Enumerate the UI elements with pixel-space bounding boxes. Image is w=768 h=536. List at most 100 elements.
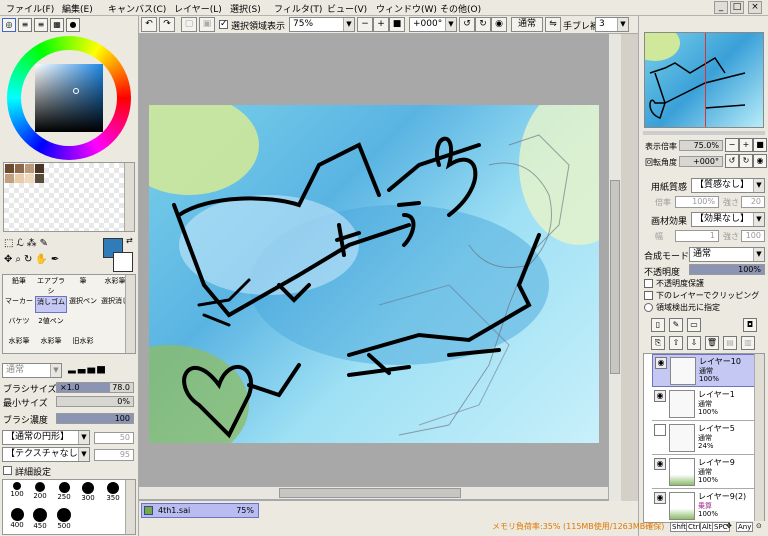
hand-icon[interactable]: ✋ xyxy=(35,254,50,265)
brush-preset-300[interactable]: 300 xyxy=(77,482,99,502)
visibility-eye-icon[interactable]: ◉ xyxy=(654,390,666,402)
visibility-eye-icon[interactable]: ◉ xyxy=(654,492,666,504)
color-swatch[interactable] xyxy=(35,174,44,183)
minimize-button[interactable]: _ xyxy=(714,1,728,14)
tool-airbrush[interactable]: エアブラシ xyxy=(35,276,67,295)
layer-opacity-slider[interactable]: 100% xyxy=(689,264,765,275)
stabilizer-select[interactable]: 3 ▼ xyxy=(595,17,629,32)
new-folder-icon[interactable]: ▭ xyxy=(687,318,701,332)
clipping-checkbox[interactable] xyxy=(644,291,653,300)
protect-opacity-checkbox[interactable] xyxy=(644,279,653,288)
layer-item[interactable]: レイヤー5 通常 24% xyxy=(652,422,763,455)
tool-watercolor-3[interactable]: 水彩筆 xyxy=(35,336,67,353)
brush-mode-select[interactable]: 通常 ▼ xyxy=(2,363,62,378)
paper-intensity-field[interactable]: 100 xyxy=(741,230,765,242)
paper-scale-field[interactable]: 100% xyxy=(675,196,719,208)
brush-preset-500[interactable]: 500 xyxy=(53,508,75,530)
layer-option-icon[interactable]: ▤ xyxy=(723,336,737,350)
layer-up-icon[interactable]: ⇧ xyxy=(669,336,683,350)
artwork-canvas[interactable] xyxy=(149,105,599,443)
nav-zoom-in-icon[interactable]: + xyxy=(739,138,753,152)
rect-select-icon[interactable]: ⬚ xyxy=(4,238,16,249)
new-linear-layer-icon[interactable]: ✎ xyxy=(669,318,683,332)
redo-icon[interactable]: ↷ xyxy=(159,17,175,32)
color-swatch[interactable] xyxy=(5,164,14,173)
tool-brush[interactable]: 筆 xyxy=(67,276,99,293)
deselect-icon[interactable]: ▢ xyxy=(181,17,197,32)
maximize-button[interactable]: □ xyxy=(730,1,744,14)
pen-icon[interactable]: ✒ xyxy=(51,254,62,265)
zoom-icon[interactable]: ⌕ xyxy=(15,254,24,265)
rotate-icon[interactable]: ↻ xyxy=(24,254,35,265)
canvas-horizontal-thumb[interactable] xyxy=(279,488,461,498)
menu-other[interactable]: その他(O) xyxy=(440,2,481,15)
nav-zoom-slider[interactable]: 75.0% xyxy=(679,140,723,151)
detail-settings-checkbox[interactable] xyxy=(3,466,12,475)
canvas-vertical-scrollbar[interactable] xyxy=(608,34,621,501)
rotate-right-icon[interactable]: ↻ xyxy=(475,17,491,32)
tool-marker[interactable]: マーカー xyxy=(3,296,35,313)
document-tab[interactable]: 4th1.sai 75% xyxy=(141,503,259,518)
mask-icon[interactable]: ◘ xyxy=(743,318,757,332)
tool-pencil[interactable]: 鉛筆 xyxy=(3,276,35,293)
brush-preset-400[interactable]: 400 xyxy=(6,508,28,529)
select-all-icon[interactable]: ▣ xyxy=(199,17,215,32)
brush-presets-scrollbar[interactable] xyxy=(125,480,135,534)
nav-zoom-out-icon[interactable]: − xyxy=(725,138,739,152)
color-saturation-square[interactable] xyxy=(35,64,103,132)
menu-view[interactable]: ビュー(V) xyxy=(327,2,367,15)
canvas-vertical-thumb[interactable] xyxy=(610,180,620,374)
nav-rotate-left-icon[interactable]: ↺ xyxy=(725,154,739,168)
paper-effect-select[interactable]: 【効果なし】 ▼ xyxy=(691,212,765,227)
hidden-eye-icon[interactable] xyxy=(654,424,666,436)
paper-strength-field[interactable]: 20 xyxy=(741,196,765,208)
menu-file[interactable]: ファイル(F) xyxy=(6,2,54,15)
merge-layer-icon[interactable]: ⇩ xyxy=(687,336,701,350)
brush-preset-450[interactable]: 450 xyxy=(29,508,51,530)
swatch-scrollbar[interactable] xyxy=(124,163,134,231)
menu-canvas[interactable]: キャンバス(C) xyxy=(108,2,166,15)
layer-list-scrollbar[interactable] xyxy=(754,354,764,522)
lasso-icon[interactable]: ℒ xyxy=(16,238,26,249)
brush-preset-100[interactable]: 100 xyxy=(6,482,28,498)
brush-density-slider[interactable]: 100 xyxy=(56,413,134,424)
visibility-eye-icon[interactable]: ◉ xyxy=(654,458,666,470)
tool-select-pen[interactable]: 選択ペン xyxy=(67,296,99,313)
copy-layer-icon[interactable]: ⎘ xyxy=(651,336,665,350)
magic-wand-icon[interactable]: ⁂ xyxy=(27,238,40,249)
zoom-reset-icon[interactable]: ■ xyxy=(389,17,405,32)
flip-icon[interactable]: ⇋ xyxy=(545,17,561,32)
zoom-select[interactable]: 75% ▼ xyxy=(289,17,355,32)
color-swatch[interactable] xyxy=(35,164,44,173)
tool-binary-pen[interactable]: 2値ペン xyxy=(35,316,67,333)
color-wheel[interactable] xyxy=(7,36,131,160)
tool-bucket[interactable]: バケツ xyxy=(3,316,35,333)
brush-shape-select[interactable]: 【通常の円形】 ▼ xyxy=(2,430,90,445)
new-layer-icon[interactable]: ▯ xyxy=(651,318,665,332)
color-swatch-grid[interactable] xyxy=(3,162,135,232)
nav-zoom-reset-icon[interactable]: ■ xyxy=(753,138,767,152)
color-picker-cursor[interactable] xyxy=(73,88,79,94)
brush-texture-select[interactable]: 【テクスチャなし】 ▼ xyxy=(2,447,90,462)
tool-watercolor-2[interactable]: 水彩筆 xyxy=(3,336,35,353)
swatch-mode-icon[interactable]: ▦ xyxy=(50,18,64,32)
hsv-slider-mode-icon[interactable]: ≡ xyxy=(34,18,48,32)
canvas-horizontal-scrollbar[interactable] xyxy=(139,486,608,499)
layer-option2-icon[interactable]: ▥ xyxy=(741,336,755,350)
delete-layer-icon[interactable]: 🗑 xyxy=(705,336,719,350)
brush-texture-amount[interactable]: 95 xyxy=(94,449,134,461)
layer-blend-select[interactable]: 通常 ▼ xyxy=(689,247,765,262)
move-icon[interactable]: ✥ xyxy=(4,254,15,265)
brush-preset-350[interactable]: 350 xyxy=(101,482,125,502)
rgb-slider-mode-icon[interactable]: ≡ xyxy=(18,18,32,32)
show-selection-checkbox[interactable]: ✓ xyxy=(219,19,228,29)
layer-item[interactable]: ◉ レイヤー10 通常 100% xyxy=(652,354,763,387)
navigator-preview[interactable] xyxy=(644,32,764,128)
layer-item[interactable]: ◉ レイヤー9 通常 100% xyxy=(652,456,763,489)
min-size-slider[interactable]: 0% xyxy=(56,396,134,407)
canvas-viewport[interactable] xyxy=(139,34,621,501)
menu-filter[interactable]: フィルタ(T) xyxy=(274,2,322,15)
zoom-out-icon[interactable]: − xyxy=(357,17,373,32)
source-checkbox[interactable] xyxy=(644,303,653,312)
tool-eraser[interactable]: 消しゴム xyxy=(35,296,67,313)
